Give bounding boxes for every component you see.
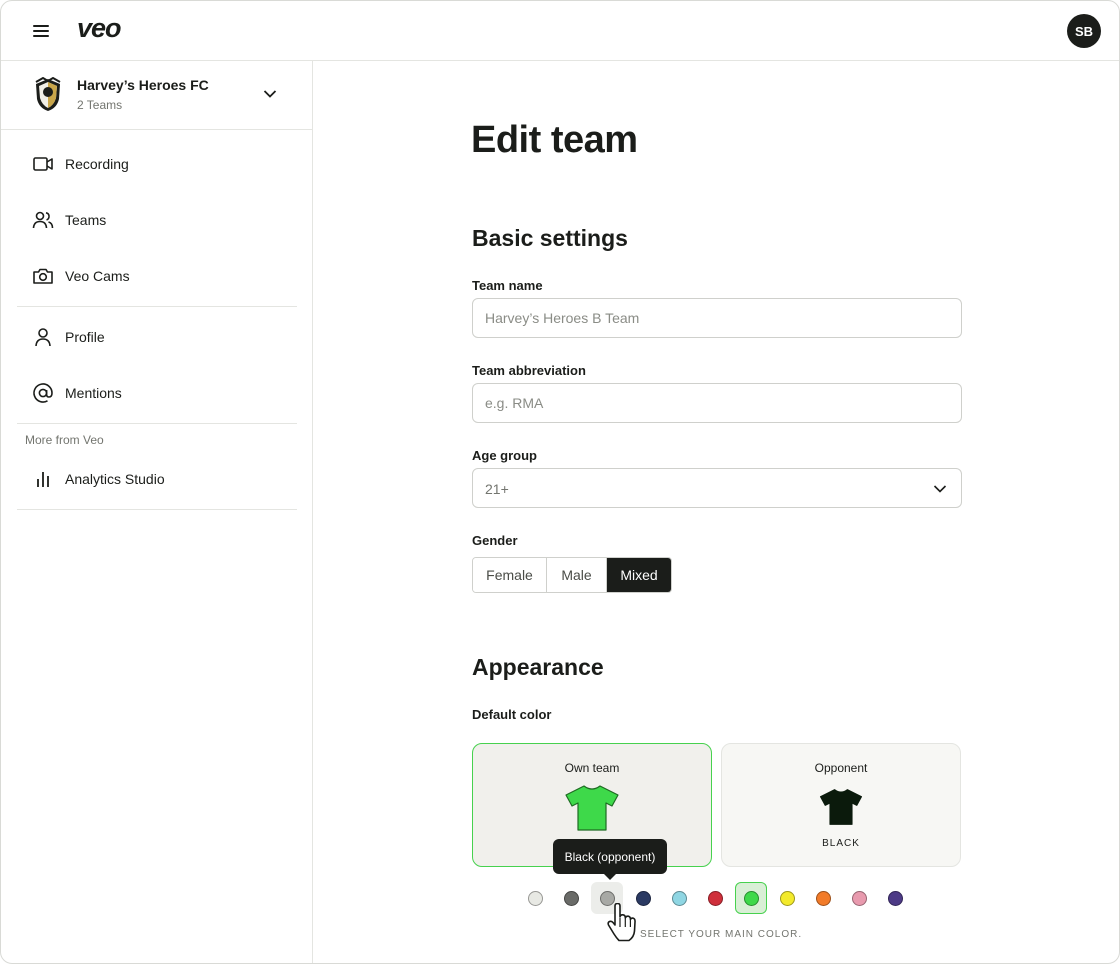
color-tooltip: Black (opponent) — [553, 839, 667, 880]
color-swatch[interactable] — [519, 882, 551, 914]
sidebar-item-veo-cams[interactable]: Veo Cams — [17, 254, 297, 298]
opponent-color-card[interactable]: Opponent BLACK — [721, 743, 961, 867]
bar-chart-icon — [32, 468, 54, 490]
color-hint: SELECT YOUR MAIN COLOR. — [640, 929, 803, 940]
color-swatch[interactable] — [663, 882, 695, 914]
club-crest-icon — [35, 77, 61, 111]
color-swatch-dot — [527, 890, 543, 906]
color-swatches — [519, 882, 919, 916]
gender-toggle: Female Male Mixed — [472, 557, 672, 593]
opponent-color-name: BLACK — [822, 838, 860, 849]
appearance-heading: Appearance — [472, 654, 604, 680]
sidebar-item-label: Teams — [65, 212, 107, 228]
color-swatch-dot — [851, 890, 867, 906]
hand-pointer-cursor-icon — [607, 903, 636, 942]
chevron-down-icon — [933, 485, 947, 493]
sidebar-item-label: Profile — [65, 329, 105, 345]
color-swatch[interactable] — [771, 882, 803, 914]
color-swatch[interactable] — [699, 882, 731, 914]
team-abbreviation-label: Team abbreviation — [472, 363, 586, 378]
user-avatar[interactable]: SB — [1067, 14, 1101, 48]
club-switcher[interactable]: Harvey’s Heroes FC 2 Teams — [1, 61, 312, 130]
veo-logo[interactable]: veo — [77, 13, 122, 44]
own-team-title: Own team — [564, 761, 620, 775]
sidebar-item-label: Mentions — [65, 385, 122, 401]
sidebar-item-recording[interactable]: Recording — [17, 142, 297, 186]
team-abbreviation-input[interactable] — [472, 383, 962, 423]
app-window: veo SB Harvey’s Heroes FC 2 Teams Record… — [0, 0, 1120, 964]
sidebar-divider — [17, 509, 297, 510]
team-name-label: Team name — [472, 278, 543, 293]
age-group-label: Age group — [472, 448, 537, 463]
team-name-input[interactable] — [472, 298, 962, 338]
chevron-down-icon — [263, 90, 277, 98]
color-swatch[interactable] — [555, 882, 587, 914]
gender-option-mixed[interactable]: Mixed — [607, 558, 671, 592]
sidebar: Harvey’s Heroes FC 2 Teams Recording Tea… — [1, 61, 313, 963]
top-bar: veo SB — [1, 1, 1119, 61]
color-swatch-dot — [707, 890, 723, 906]
gender-label: Gender — [472, 533, 518, 548]
gender-option-female[interactable]: Female — [473, 558, 547, 592]
color-swatch-dot — [671, 890, 687, 906]
sidebar-item-label: Veo Cams — [65, 268, 130, 284]
sidebar-item-mentions[interactable]: Mentions — [17, 371, 297, 415]
color-swatch-dot — [815, 890, 831, 906]
gender-option-male[interactable]: Male — [547, 558, 607, 592]
sidebar-item-label: Analytics Studio — [65, 471, 165, 487]
user-icon — [32, 326, 54, 348]
default-color-label: Default color — [472, 707, 552, 722]
main-content: Edit team Basic settings Team name Team … — [313, 61, 1119, 963]
club-team-count: 2 Teams — [77, 98, 123, 112]
color-swatch[interactable] — [735, 882, 767, 914]
color-swatch-dot — [743, 890, 759, 906]
color-swatch[interactable] — [807, 882, 839, 914]
at-sign-icon — [32, 382, 54, 404]
video-camera-icon — [32, 153, 54, 175]
sidebar-divider — [17, 306, 297, 307]
color-swatch-dot — [563, 890, 579, 906]
color-swatch-dot — [887, 890, 903, 906]
users-icon — [32, 209, 54, 231]
color-swatch[interactable] — [879, 882, 911, 914]
age-group-value: 21+ — [485, 481, 509, 497]
club-name: Harvey’s Heroes FC — [77, 77, 209, 93]
color-swatch-dot — [779, 890, 795, 906]
shirt-icon — [819, 789, 863, 825]
opponent-title: Opponent — [814, 761, 868, 775]
page-title: Edit team — [471, 119, 638, 161]
camera-icon — [32, 265, 54, 287]
sidebar-divider — [17, 423, 297, 424]
menu-icon[interactable] — [31, 22, 51, 40]
sidebar-item-analytics-studio[interactable]: Analytics Studio — [17, 457, 297, 501]
color-swatch[interactable] — [843, 882, 875, 914]
more-from-veo-label: More from Veo — [25, 433, 104, 447]
sidebar-item-label: Recording — [65, 156, 129, 172]
sidebar-item-teams[interactable]: Teams — [17, 198, 297, 242]
basic-settings-heading: Basic settings — [472, 225, 628, 251]
age-group-select[interactable]: 21+ — [472, 468, 962, 508]
shirt-icon — [565, 785, 619, 831]
sidebar-item-profile[interactable]: Profile — [17, 315, 297, 359]
